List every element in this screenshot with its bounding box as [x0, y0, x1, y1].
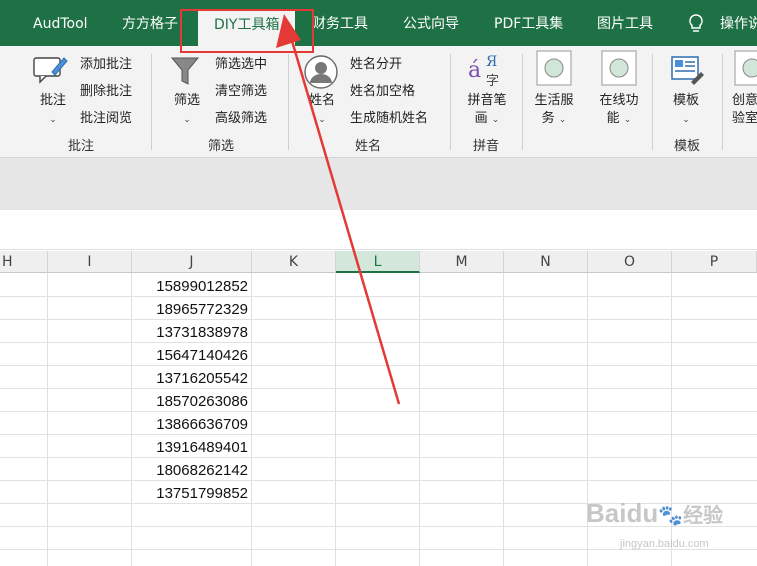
baidu-watermark: Baidu🐾经验 [586, 498, 723, 529]
annotation-arrow [276, 14, 401, 405]
watermark-brand-cn: 经验 [683, 505, 724, 527]
watermark-brand: Baidu [586, 498, 659, 528]
paw-icon: 🐾 [658, 505, 684, 527]
watermark-url: jingyan.baidu.com [620, 538, 709, 550]
